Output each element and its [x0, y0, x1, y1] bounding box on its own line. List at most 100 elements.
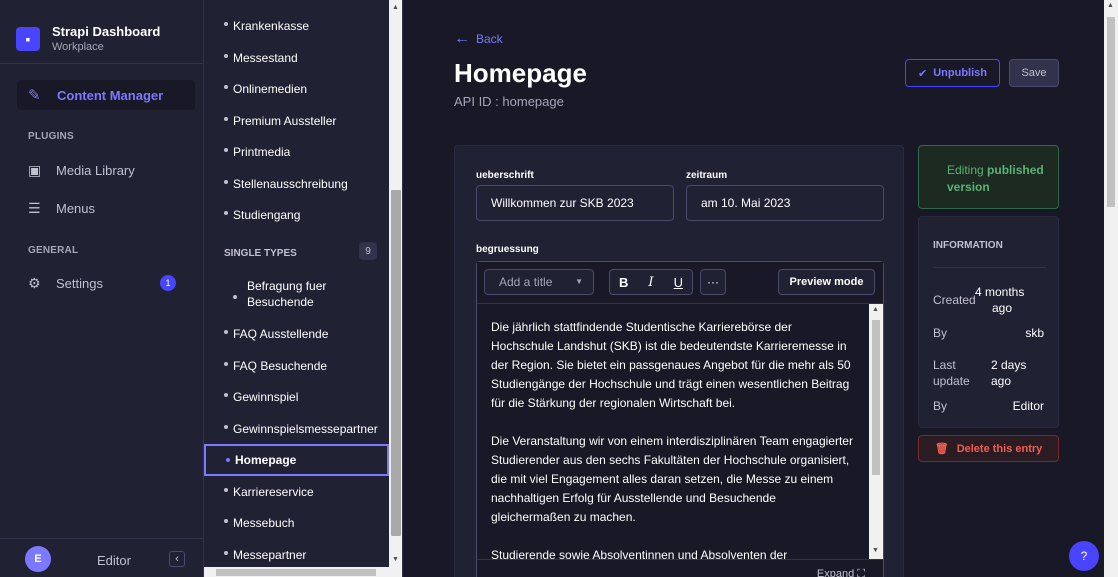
list-item-label: Homepage: [235, 453, 297, 467]
zeitraum-field[interactable]: am 10. Mai 2023: [686, 185, 884, 221]
nav-item-content-manager[interactable]: ✎ Content Manager: [17, 80, 195, 110]
bullet-icon: [224, 22, 228, 26]
content-types-list: Krankenkasse Messestand Onlinemedien Pre…: [204, 0, 403, 577]
editor-textarea[interactable]: Die jährlich stattfindende Studentische …: [477, 304, 869, 559]
brand[interactable]: ▪ Strapi Dashboard Workplace: [16, 24, 160, 53]
help-button[interactable]: ?: [1069, 541, 1099, 571]
created-by-value: skb: [1025, 326, 1044, 340]
menu-lines-icon: ☰: [28, 199, 41, 216]
paragraph: Die Veranstaltung wir von einem interdis…: [491, 434, 853, 524]
nav-item-menus[interactable]: ☰ Menus: [28, 197, 188, 219]
bullet-icon: [224, 148, 228, 152]
scroll-down-icon[interactable]: ▼: [392, 556, 399, 563]
avatar[interactable]: E: [25, 546, 51, 572]
list-item-label: Gewinnspiel: [233, 390, 299, 404]
divider: [0, 538, 203, 539]
collapse-nav-button[interactable]: ‹: [169, 551, 185, 567]
created-label: Created: [933, 293, 976, 307]
single-item-faq-besuchende[interactable]: FAQ Besuchende: [204, 354, 389, 378]
single-item-gewinnspiel[interactable]: Gewinnspiel: [204, 385, 389, 409]
editor-scrollbar[interactable]: ▲ ▼: [869, 304, 883, 559]
scroll-up-icon[interactable]: ▲: [392, 4, 399, 11]
preview-mode-button[interactable]: Preview mode: [778, 269, 875, 295]
delete-entry-button[interactable]: 🗑 Delete this entry: [918, 435, 1059, 462]
scrollbar-thumb[interactable]: [872, 320, 880, 475]
subnav-horizontal-scrollbar[interactable]: [204, 567, 402, 577]
general-heading: GENERAL: [28, 245, 79, 256]
back-label: Back: [476, 32, 503, 46]
button-label: Delete this entry: [956, 442, 1043, 455]
scrollbar-thumb[interactable]: [391, 190, 401, 536]
status-strong: published: [987, 163, 1044, 177]
list-item-label: FAQ Ausstellende: [233, 327, 329, 341]
subnav-vertical-scrollbar[interactable]: ▲ ▼: [389, 0, 402, 567]
bullet-icon: [224, 519, 228, 523]
single-item-messebuch[interactable]: Messebuch: [204, 511, 389, 535]
editor-toolbar: Add a title ▼ B I U ··· Preview mode: [477, 262, 883, 304]
brand-title: Strapi Dashboard: [52, 24, 161, 39]
check-icon: ✔: [918, 67, 928, 80]
collection-item-stellenausschreibung[interactable]: Stellenausschreibung: [204, 172, 389, 196]
scrollbar-thumb[interactable]: [216, 569, 376, 576]
list-item-label: FAQ Besuchende: [233, 359, 328, 373]
caret-down-icon: ▼: [575, 277, 583, 286]
bullet-icon: [224, 488, 228, 492]
nav-item-settings[interactable]: ⚙ Settings 1: [28, 272, 188, 294]
list-item-label: Messebuch: [233, 516, 295, 530]
list-item-label: Premium Aussteller: [233, 114, 337, 128]
expand-button[interactable]: Expand ⛶: [817, 568, 865, 577]
list-item-label: Messepartner: [233, 548, 307, 562]
single-item-gewinnspielsmessepartner[interactable]: Gewinnspielsmessepartner: [204, 417, 389, 441]
collection-item-studiengang[interactable]: Studiengang: [204, 203, 389, 227]
scrollbar-thumb[interactable]: [1107, 17, 1115, 207]
single-item-faq-ausstellende[interactable]: FAQ Ausstellende: [204, 322, 389, 346]
collection-item-premium-aussteller[interactable]: Premium Aussteller: [204, 109, 389, 133]
ueberschrift-field[interactable]: Willkommen zur SKB 2023: [476, 185, 674, 221]
unpublish-button[interactable]: ✔ Unpublish: [905, 59, 1000, 87]
heading-select[interactable]: Add a title ▼: [484, 269, 594, 295]
collection-item-krankenkasse[interactable]: Krankenkasse: [204, 14, 389, 38]
save-button[interactable]: Save: [1009, 59, 1059, 87]
editor-footer: Expand ⛶: [477, 559, 883, 577]
information-heading: INFORMATION: [933, 240, 1003, 251]
information-panel: INFORMATION Created 4 months ago By skb …: [918, 216, 1059, 428]
nav-item-label: Media Library: [56, 162, 135, 178]
image-icon: ▣: [28, 161, 42, 178]
scroll-up-icon[interactable]: ▲: [872, 306, 879, 313]
collection-item-onlinemedien[interactable]: Onlinemedien: [204, 77, 389, 101]
bullet-icon: [224, 54, 228, 58]
collection-item-messestand[interactable]: Messestand: [204, 46, 389, 70]
more-options-button[interactable]: ···: [700, 269, 726, 295]
scroll-down-icon[interactable]: ▼: [872, 547, 879, 554]
bullet-icon: [224, 117, 228, 121]
single-item-befragung[interactable]: Befragung fuer Besuchende: [204, 278, 389, 314]
divider: [933, 267, 1046, 268]
bullet-icon: [224, 180, 228, 184]
main-navigation: ▪ Strapi Dashboard Workplace ✎ Content M…: [0, 0, 204, 577]
format-buttons: B I U: [609, 269, 693, 295]
pen-icon: ✎: [28, 87, 41, 104]
divider: [0, 63, 203, 64]
collection-item-printmedia[interactable]: Printmedia: [204, 140, 389, 164]
underline-button[interactable]: U: [665, 270, 692, 294]
nav-item-media-library[interactable]: ▣ Media Library: [28, 159, 188, 181]
page-scrollbar[interactable]: ▲: [1104, 0, 1118, 577]
list-item-label: Messestand: [233, 51, 298, 65]
user-name[interactable]: Editor: [97, 553, 131, 568]
edit-view: ← Back Homepage API ID : homepage ✔ Unpu…: [404, 0, 1104, 577]
back-link[interactable]: ← Back: [454, 30, 503, 48]
italic-button[interactable]: I: [637, 270, 664, 294]
list-item-label: Stellenausschreibung: [233, 177, 348, 191]
bold-button[interactable]: B: [610, 270, 637, 294]
list-item-label: Studiengang: [233, 208, 301, 222]
rich-text-editor: Add a title ▼ B I U ··· Preview mode Die…: [476, 261, 884, 577]
bullet-icon: [224, 551, 228, 555]
single-item-messepartner[interactable]: Messepartner: [204, 543, 389, 567]
list-item-label: Onlinemedien: [233, 82, 308, 96]
bullet-icon: [224, 362, 228, 366]
scroll-up-icon[interactable]: ▲: [1107, 2, 1114, 9]
single-item-homepage[interactable]: Homepage: [204, 444, 389, 476]
button-label: Unpublish: [933, 67, 987, 79]
last-update-label-2: update: [933, 374, 970, 388]
single-item-karriereservice[interactable]: Karriereservice: [204, 480, 389, 504]
